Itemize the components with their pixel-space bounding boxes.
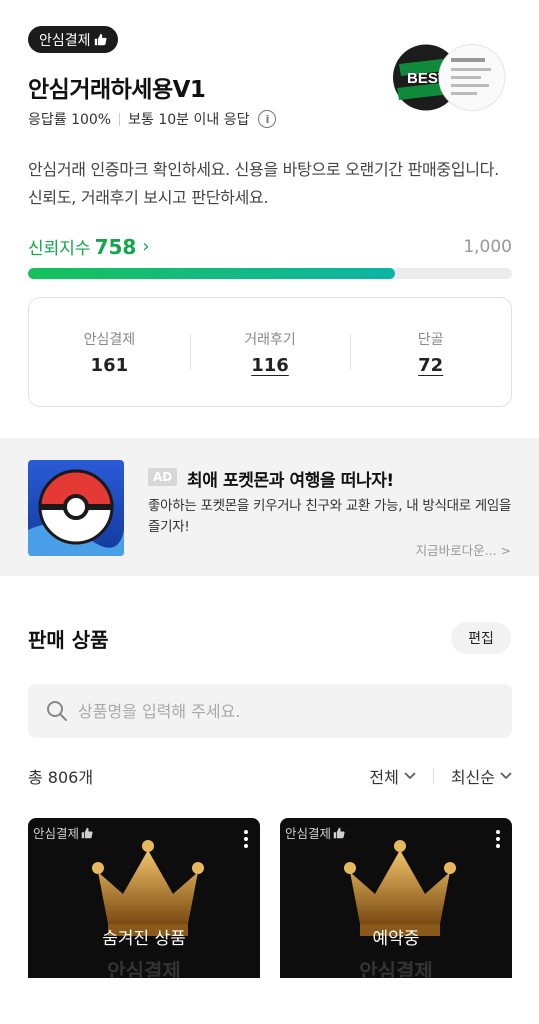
shop-stats: 안심결제 161 거래후기 116 단골 72 <box>28 297 512 407</box>
more-options-icon[interactable] <box>244 830 248 851</box>
stat-reviews[interactable]: 거래후기 116 <box>189 329 351 376</box>
filter-dropdown[interactable]: 전체 <box>369 764 416 788</box>
product-card[interactable]: 안심결제 예약중 안심결제 <box>280 818 512 978</box>
product-count-row: 총 806개 전체 최신순 <box>28 764 512 788</box>
product-filters: 전체 최신순 <box>369 764 512 788</box>
safe-payment-tag: 안심결제 <box>33 823 93 842</box>
watermark: 안심결제 <box>359 959 433 978</box>
search-icon <box>47 701 67 721</box>
edit-button[interactable]: 편집 <box>451 622 511 654</box>
sort-label: 최신순 <box>450 768 495 787</box>
stat-label: 거래후기 <box>244 331 296 348</box>
trust-score-link[interactable]: 신뢰지수 758 › <box>28 234 150 260</box>
trust-score-label: 신뢰지수 <box>28 239 91 259</box>
safe-tag-label: 안심결제 <box>285 826 332 841</box>
trust-score-bar-fill <box>28 268 395 279</box>
trust-score-row[interactable]: 신뢰지수 758 › 1,000 <box>28 234 512 260</box>
product-card[interactable]: 안심결제 숨겨진 상품 안심결제 <box>28 818 260 978</box>
safe-payment-badge: 안심결제 <box>28 26 118 53</box>
section-title: 판매 상품 <box>28 628 109 652</box>
stat-regulars[interactable]: 단골 72 <box>350 329 511 376</box>
search-input[interactable] <box>78 701 478 721</box>
ad-title: 최애 포켓몬과 여행을 떠나자! <box>187 471 394 491</box>
response-info: 응답률 100% 보통 10분 이내 응답 i <box>28 109 277 129</box>
safe-tag-label: 안심결제 <box>33 826 80 841</box>
shop-description: 안심거래 인증마크 확인하세요. 신용을 바탕으로 오랜기간 판매중입니다. 신… <box>28 160 499 207</box>
more-options-icon[interactable] <box>496 830 500 851</box>
info-icon[interactable]: i <box>258 110 277 128</box>
trust-score-bar <box>28 268 512 279</box>
sort-dropdown[interactable]: 최신순 <box>451 764 512 788</box>
divider <box>119 112 121 126</box>
stat-value-link[interactable]: 72 <box>350 355 511 376</box>
product-status-label: 숨겨진 상품 <box>102 929 186 949</box>
thumbs-up-icon <box>81 827 93 838</box>
safe-payment-tag: 안심결제 <box>285 823 345 842</box>
safe-badge-label: 안심결제 <box>39 32 91 49</box>
stat-value: 161 <box>90 354 129 376</box>
product-total: 총 806개 <box>28 768 94 787</box>
shop-profile-image[interactable]: BEST <box>393 44 506 111</box>
chevron-right-icon: › <box>142 236 150 257</box>
stat-label: 안심결제 <box>83 331 136 348</box>
divider <box>432 769 434 783</box>
thumbs-up-icon <box>333 827 345 838</box>
ad-tag: AD <box>148 468 178 486</box>
stat-label: 단골 <box>417 331 444 348</box>
ad-description: 좋아하는 포켓몬을 키우거나 친구와 교환 가능, 내 방식대로 게임을 즐기자… <box>148 498 512 535</box>
thumbs-up-icon <box>94 33 107 46</box>
stat-safe-payment: 안심결제 161 <box>29 329 190 376</box>
ad-cta-link[interactable]: 지금바로다운... > <box>416 540 511 559</box>
product-status-label: 예약중 <box>372 929 420 949</box>
response-rate: 응답률 100% <box>28 112 112 128</box>
shop-name: 안심거래하세용V1 <box>28 77 206 103</box>
trust-score-value: 758 <box>94 234 137 259</box>
pokeball-app-icon <box>28 460 124 556</box>
chevron-down-icon <box>500 772 512 780</box>
ad-banner[interactable]: AD 최애 포켓몬과 여행을 떠나자! 좋아하는 포켓몬을 키우거나 친구와 교… <box>0 438 539 576</box>
filter-label: 전체 <box>369 768 399 787</box>
response-time: 보통 10분 이내 응답 <box>128 112 250 128</box>
product-search[interactable] <box>28 684 512 738</box>
trust-score-max: 1,000 <box>463 236 512 257</box>
chevron-down-icon <box>404 772 416 780</box>
stat-value-link[interactable]: 116 <box>190 355 351 376</box>
watermark: 안심결제 <box>107 959 181 978</box>
